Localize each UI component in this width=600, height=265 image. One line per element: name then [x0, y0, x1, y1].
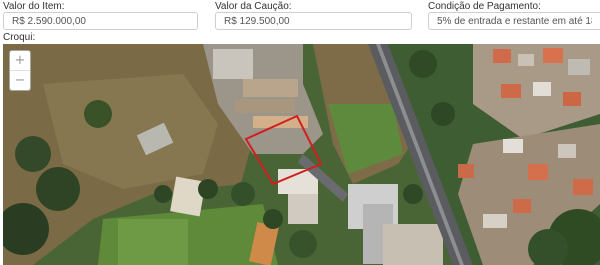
zoom-out-button[interactable]: − — [10, 70, 30, 90]
zoom-control: + − — [9, 50, 31, 91]
satellite-imagery — [3, 44, 600, 265]
map-label: Croqui: — [3, 32, 36, 43]
item-value-input[interactable] — [3, 12, 198, 30]
payment-terms-input[interactable] — [428, 12, 600, 30]
deposit-value-input[interactable] — [215, 12, 412, 30]
zoom-in-button[interactable]: + — [10, 51, 30, 70]
satellite-map[interactable]: + − — [3, 44, 600, 265]
